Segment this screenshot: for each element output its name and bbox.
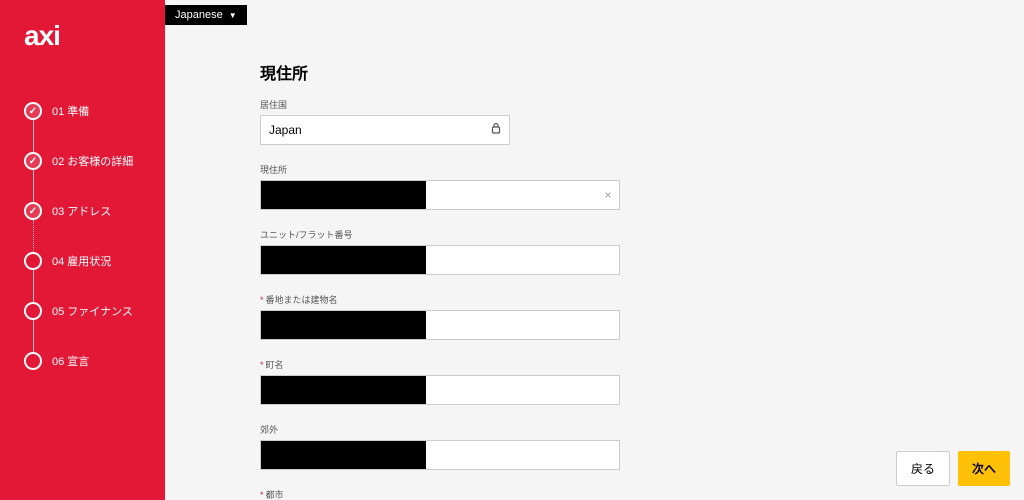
field-country: 居住国 Japan [260, 98, 1024, 145]
redacted-block [261, 181, 426, 209]
field-city: *都市 [260, 488, 1024, 500]
footer-buttons: 戻る 次へ [896, 451, 1010, 486]
field-label: 現住所 [260, 163, 1024, 176]
step-06[interactable]: 06 宣言 [24, 352, 165, 370]
street-name-input[interactable] [426, 376, 619, 404]
step-04[interactable]: 04 雇用状況 [24, 252, 165, 270]
step-03[interactable]: 03 アドレス [24, 202, 165, 220]
back-button[interactable]: 戻る [896, 451, 950, 486]
clear-icon[interactable]: × [597, 181, 619, 209]
redacted-block [261, 376, 426, 404]
check-icon [24, 152, 42, 170]
step-label: 03 アドレス [52, 203, 111, 219]
field-label: 居住国 [260, 98, 1024, 111]
step-label: 01 準備 [52, 103, 89, 119]
field-label: 郊外 [260, 423, 1024, 436]
country-value: Japan [269, 123, 491, 137]
circle-icon [24, 302, 42, 320]
next-button[interactable]: 次へ [958, 451, 1010, 486]
step-label: 04 雇用状況 [52, 253, 111, 269]
field-label: ユニット/フラット番号 [260, 228, 1024, 241]
step-label: 02 お客様の詳細 [52, 153, 133, 169]
suburb-input[interactable] [426, 441, 619, 469]
circle-icon [24, 252, 42, 270]
step-05[interactable]: 05 ファイナンス [24, 302, 165, 320]
step-list: 01 準備 02 お客様の詳細 03 アドレス 04 雇用状況 05 ファイナン… [24, 102, 165, 370]
step-02[interactable]: 02 お客様の詳細 [24, 152, 165, 170]
field-address: 現住所 × [260, 163, 1024, 210]
lock-icon [491, 121, 501, 139]
redacted-block [261, 246, 426, 274]
country-input[interactable]: Japan [260, 115, 510, 145]
street-number-input[interactable] [426, 311, 619, 339]
step-label: 06 宣言 [52, 353, 89, 369]
step-01[interactable]: 01 準備 [24, 102, 165, 120]
field-street-number: *番地または建物名 [260, 293, 1024, 340]
unit-input[interactable] [426, 246, 619, 274]
check-icon [24, 202, 42, 220]
form-container: 現住所 居住国 Japan 現住所 × ユニット/フラット番号 *番地または建物… [165, 0, 1024, 500]
field-unit: ユニット/フラット番号 [260, 228, 1024, 275]
field-label: *番地または建物名 [260, 293, 1024, 306]
brand-logo: axi [24, 20, 165, 52]
redacted-block [261, 311, 426, 339]
field-label: *都市 [260, 488, 1024, 500]
sidebar: axi 01 準備 02 お客様の詳細 03 アドレス 04 雇用状況 05 フ… [0, 0, 165, 500]
step-label: 05 ファイナンス [52, 303, 133, 319]
check-icon [24, 102, 42, 120]
field-street-name: *町名 [260, 358, 1024, 405]
circle-icon [24, 352, 42, 370]
address-input[interactable] [426, 181, 597, 209]
section-title: 現住所 [260, 60, 1024, 84]
redacted-block [261, 441, 426, 469]
field-label: *町名 [260, 358, 1024, 371]
